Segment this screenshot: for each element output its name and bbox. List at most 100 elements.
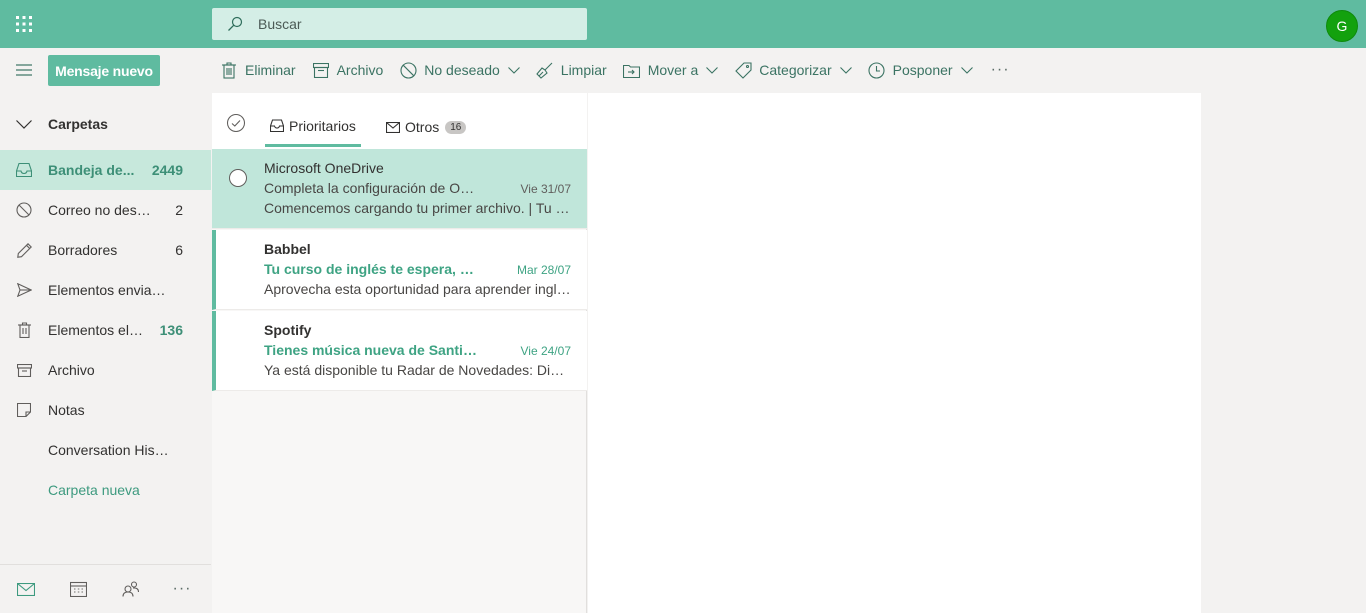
search-box[interactable] [212,8,587,40]
more-apps-button[interactable]: ··· [156,565,208,613]
pencil-icon [0,230,48,270]
send-icon [0,270,48,310]
message-preview: Comencemos cargando tu primer archivo. |… [264,200,571,216]
archive-icon [312,61,330,79]
chevron-down-icon [507,66,520,74]
archive-button[interactable]: Archivo [304,56,392,84]
folder-label: Elementos enviados [48,282,170,298]
avatar-initial: G [1336,18,1348,34]
folder-archive[interactable]: Archivo [0,350,211,390]
message-sender: Microsoft OneDrive [264,160,384,176]
categorize-button[interactable]: Categorizar [726,56,859,84]
categorize-label: Categorizar [759,62,832,78]
folder-label: Conversation History [48,442,170,458]
folder-pane: Carpetas Bandeja de... 2449 Correo no de… [0,92,211,613]
command-bar: Eliminar Archivo No deseado Limpiar Move… [212,56,1020,84]
message-sender: Babbel [264,241,311,257]
message-date: Vie 24/07 [520,344,572,358]
folder-junk[interactable]: Correo no deseado 2 [0,190,211,230]
tab-other-badge: 16 [445,120,467,134]
chevron-down-icon [960,66,973,74]
junk-label: No deseado [424,62,500,78]
folder-inbox[interactable]: Bandeja de... 2449 [0,150,211,190]
new-message-button[interactable]: Mensaje nuevo [48,55,160,86]
message-sender: Spotify [264,322,312,338]
message-subject: Tu curso de inglés te espera, ahora [264,261,479,277]
broom-icon [536,61,554,79]
message-preview: Ya está disponible tu Radar de Novedades… [264,362,571,378]
message-item[interactable]: Babbel Tu curso de inglés te espera, aho… [212,230,587,310]
more-commands-button[interactable]: ··· [981,56,1020,84]
folder-drafts[interactable]: Borradores 6 [0,230,211,270]
hamburger-menu-icon[interactable] [8,56,40,84]
tab-focused-label: Prioritarios [289,117,356,134]
junk-button[interactable]: No deseado [391,56,528,84]
message-subject: Completa la configuración de OneDrive [264,180,479,196]
move-to-button[interactable]: Mover a [615,56,727,84]
tab-focused[interactable]: Prioritarios [265,107,361,147]
junk-icon [0,190,48,230]
calendar-icon[interactable] [52,565,104,613]
snooze-label: Posponer [892,62,953,78]
right-gutter [1201,93,1366,613]
tab-other[interactable]: Otros 16 [386,107,467,147]
archive-icon [0,350,48,390]
move-to-label: Mover a [647,62,699,78]
top-bar: G [0,0,1366,48]
message-preview: Aprovecha esta oportunidad para aprender… [264,281,571,297]
delete-label: Eliminar [245,62,296,78]
reading-pane [588,93,1201,613]
inbox-icon [0,150,48,190]
select-all-checkbox[interactable] [226,113,248,135]
trash-icon [220,61,238,79]
block-icon [399,61,417,79]
chevron-down-icon [0,119,48,129]
mail-icon[interactable] [0,565,52,613]
folder-label: Notas [48,402,85,418]
unread-count: 2 [175,202,183,218]
folder-sent[interactable]: Elementos enviados [0,270,211,310]
search-icon [212,8,258,40]
message-date: Vie 31/07 [520,182,572,196]
folders-header[interactable]: Carpetas [0,104,211,144]
focused-inbox-icon [270,119,284,132]
archive-label: Archivo [336,62,384,78]
avatar[interactable]: G [1326,10,1358,42]
snooze-button[interactable]: Posponer [860,56,981,84]
bottom-nav: ··· [0,564,211,613]
folder-conversation-history[interactable]: Conversation History [0,430,211,470]
sweep-label: Limpiar [560,62,607,78]
sweep-button[interactable]: Limpiar [528,56,615,84]
folders-header-label: Carpetas [48,116,108,132]
move-folder-icon [623,61,641,79]
unread-count: 6 [175,242,183,258]
unread-count: 136 [159,322,183,338]
folder-deleted[interactable]: Elementos eliminados 136 [0,310,211,350]
folder-label: Archivo [48,362,95,378]
folder-notes[interactable]: Notas [0,390,211,430]
tab-other-label: Otros [405,119,440,135]
message-select-checkbox[interactable] [229,169,247,187]
tag-icon [734,61,752,79]
app-launcher-icon[interactable] [0,0,48,48]
mail-icon [386,121,400,133]
search-input[interactable] [258,16,558,32]
message-list: Prioritarios Otros 16 Microsoft OneDrive… [212,93,587,613]
chevron-down-icon [839,66,852,74]
delete-button[interactable]: Eliminar [212,56,304,84]
inbox-tabs: Prioritarios Otros 16 [212,93,587,149]
trash-icon [0,310,48,350]
new-folder-label: Carpeta nueva [48,482,140,498]
message-item[interactable]: Spotify Tienes música nueva de Santiago … [212,311,587,391]
unread-count: 2449 [151,162,183,178]
clock-icon [868,61,886,79]
folder-label: Elementos eliminados [48,322,144,338]
chevron-down-icon [706,66,719,74]
folder-label: Bandeja de... [48,162,135,178]
note-icon [0,390,48,430]
message-date: Mar 28/07 [516,263,571,277]
new-folder-link[interactable]: Carpeta nueva [0,470,211,510]
people-icon[interactable] [104,565,156,613]
folder-label: Borradores [48,242,118,258]
message-item[interactable]: Microsoft OneDrive Completa la configura… [212,149,587,229]
